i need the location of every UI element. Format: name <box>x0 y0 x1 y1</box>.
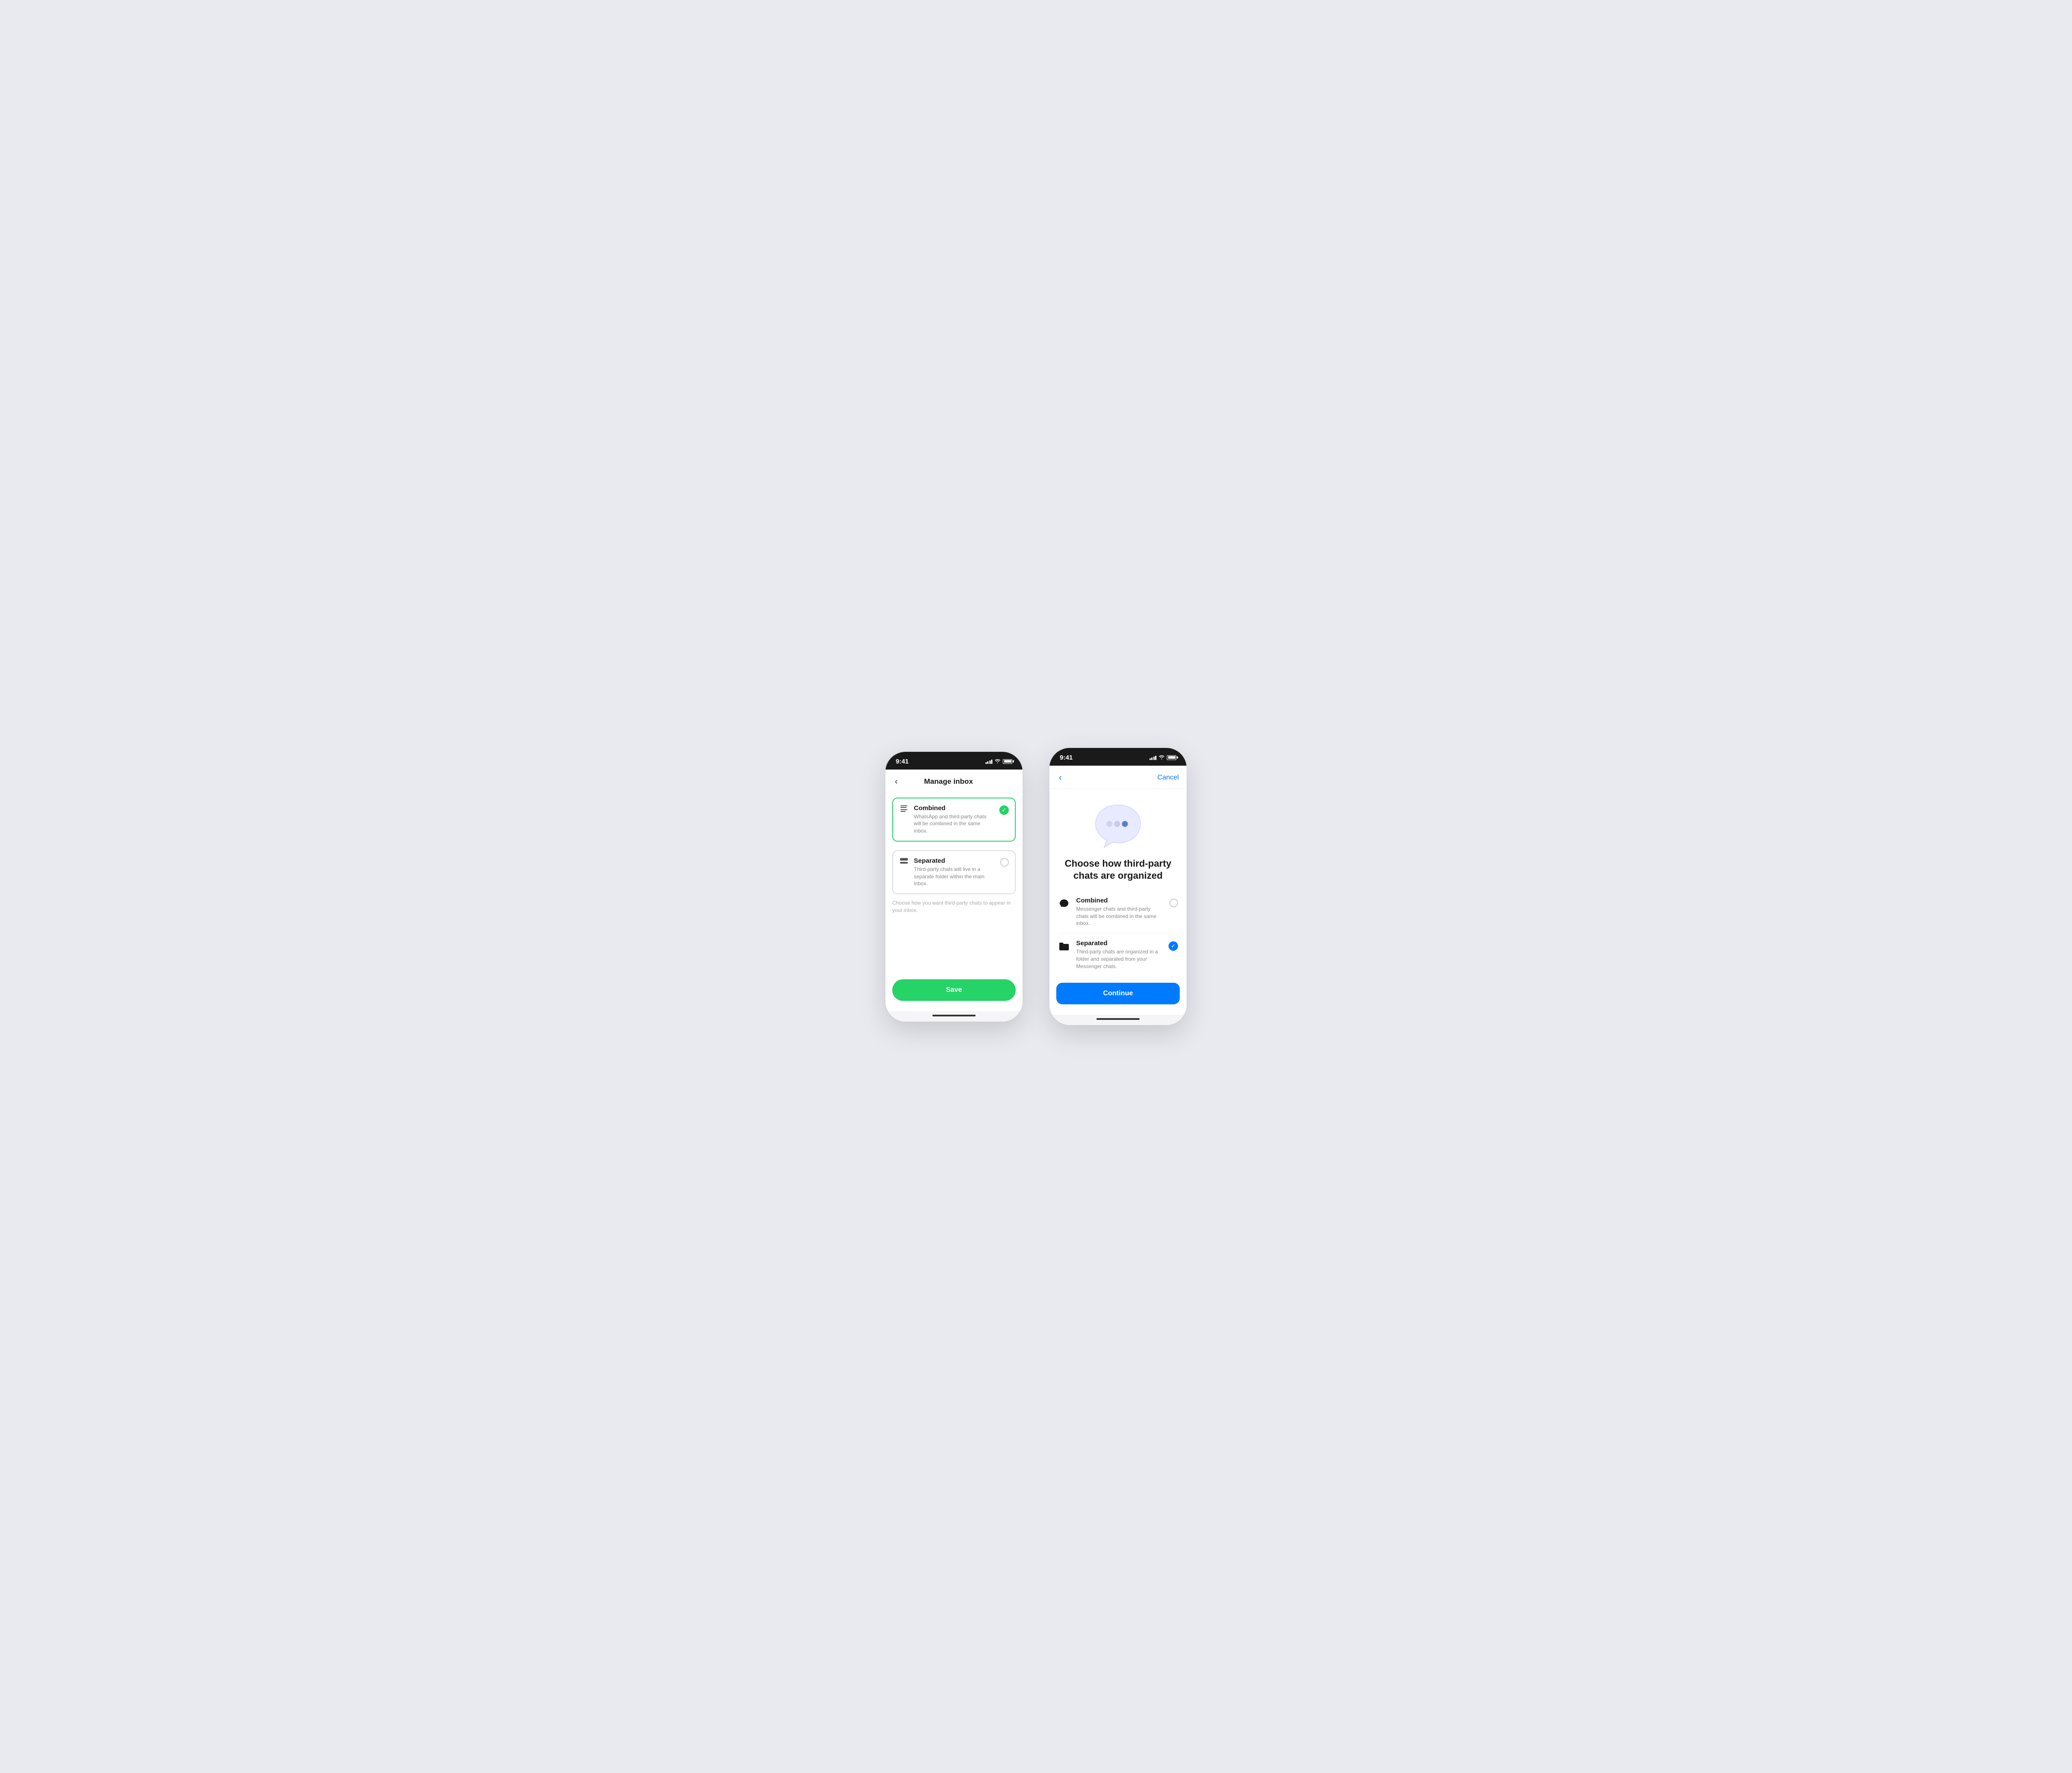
signal-bar-2d <box>1155 756 1156 760</box>
nav-header-1: ‹ Manage inbox <box>885 770 1023 792</box>
combined-text-1: Combined WhatsApp and third-party chats … <box>914 804 994 835</box>
status-icons-1 <box>985 758 1013 765</box>
wifi-icon-1 <box>995 758 1001 765</box>
home-bar-2 <box>1096 1018 1140 1020</box>
separated-text-1: Separated Third-party chats will live in… <box>914 857 995 887</box>
signal-bar-1 <box>985 762 987 764</box>
battery-icon-1 <box>1003 759 1012 764</box>
combined-desc-1: WhatsApp and third-party chats will be c… <box>914 813 994 835</box>
signal-bar-2b <box>1151 757 1153 760</box>
phone-1-content: ‹ Manage inbox Combined WhatsApp and thi <box>885 770 1023 1011</box>
continue-btn-container-2: Continue <box>1049 976 1187 1015</box>
phones-container: 9:41 <box>885 748 1187 1026</box>
help-text-1: Choose how you want third-party chats to… <box>892 899 1016 914</box>
phone-2: 9:41 <box>1049 748 1187 1026</box>
home-indicator-1 <box>885 1011 1023 1022</box>
status-bar-1: 9:41 <box>885 752 1023 770</box>
combined-option-1[interactable]: Combined WhatsApp and third-party chats … <box>892 798 1016 842</box>
save-btn-container-1: Save <box>885 972 1023 1011</box>
combined-radio-2[interactable] <box>1169 899 1178 907</box>
cancel-button-2[interactable]: Cancel <box>1157 774 1179 782</box>
lines-icon <box>900 805 907 812</box>
separated-desc-1: Third-party chats will live in a separat… <box>914 866 995 887</box>
wifi-icon-2 <box>1159 754 1165 761</box>
separated-text-2: Separated Third-party chats are organize… <box>1076 940 1162 970</box>
speech-bubble-icon <box>1058 898 1070 909</box>
separated-radio-2[interactable]: ✓ <box>1169 941 1178 951</box>
back-button-1[interactable]: ‹ <box>893 776 900 788</box>
battery-icon-2 <box>1167 755 1176 760</box>
separated-title-1: Separated <box>914 857 995 864</box>
save-button-1[interactable]: Save <box>892 979 1016 1001</box>
battery-fill-1 <box>1004 760 1011 763</box>
combined-radio-1[interactable]: ✓ <box>999 805 1009 815</box>
status-icons-2 <box>1150 754 1177 761</box>
combined-row-desc-2: Messenger chats and third-party chats wi… <box>1076 905 1163 927</box>
choose-title-2: Choose how third-party chats are organiz… <box>1049 858 1187 891</box>
separated-option-1[interactable]: Separated Third-party chats will live in… <box>892 850 1016 894</box>
separated-row-desc-2: Third-party chats are organized in a fol… <box>1076 948 1162 970</box>
combined-title-1: Combined <box>914 804 994 812</box>
chat-bubble-illustration <box>1092 801 1144 849</box>
illustration-area-2 <box>1049 789 1187 858</box>
separated-option-2[interactable]: Separated Third-party chats are organize… <box>1049 934 1187 976</box>
separated-check-icon-2: ✓ <box>1169 941 1178 951</box>
combined-check-icon-1: ✓ <box>999 805 1009 815</box>
back-button-2[interactable]: ‹ <box>1057 772 1064 784</box>
separated-row-title-2: Separated <box>1076 940 1162 947</box>
signal-bar-4 <box>991 760 992 764</box>
signal-bar-2a <box>1150 758 1151 760</box>
signal-bar-3 <box>989 760 991 764</box>
separated-radio-circle-1 <box>1000 858 1009 867</box>
separated-radio-1[interactable] <box>1000 858 1009 867</box>
signal-bar-2c <box>1153 757 1155 760</box>
nav-header-2: ‹ Cancel <box>1049 766 1187 789</box>
signal-bar-2 <box>987 761 989 764</box>
separated-icon-2 <box>1058 940 1070 953</box>
status-time-1: 9:41 <box>896 758 909 765</box>
signal-icon-1 <box>985 759 993 764</box>
combined-icon-2 <box>1058 898 1070 910</box>
sep-icon <box>900 858 908 864</box>
combined-row-title-2: Combined <box>1076 897 1163 904</box>
signal-icon-2 <box>1150 755 1157 760</box>
continue-button-2[interactable]: Continue <box>1056 983 1180 1004</box>
combined-icon-1 <box>899 805 909 812</box>
combined-text-2: Combined Messenger chats and third-party… <box>1076 897 1163 927</box>
separated-icon-1 <box>899 858 909 864</box>
status-bar-2: 9:41 <box>1049 748 1187 766</box>
page-title-1: Manage inbox <box>900 777 998 786</box>
home-bar-1 <box>932 1015 976 1016</box>
folder-icon <box>1058 942 1070 951</box>
home-indicator-2 <box>1049 1015 1187 1025</box>
status-time-2: 9:41 <box>1060 754 1073 761</box>
phone-2-content: ‹ Cancel <box>1049 766 1187 1015</box>
battery-fill-2 <box>1168 756 1175 759</box>
combined-option-2[interactable]: Combined Messenger chats and third-party… <box>1049 891 1187 933</box>
phone-1: 9:41 <box>885 751 1023 1022</box>
combined-radio-circle-2 <box>1169 899 1178 907</box>
